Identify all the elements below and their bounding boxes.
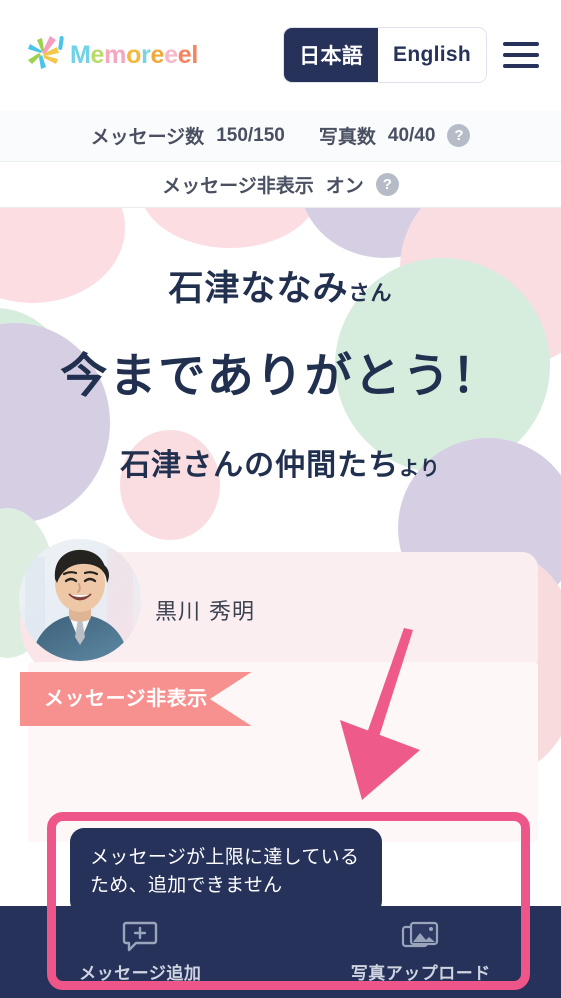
message-author-name: 黒川 秀明 [155, 600, 255, 625]
hide-message-bar: メッセージ非表示 オン ? [0, 162, 561, 208]
app-header: Memoreeel 日本語 English [0, 0, 561, 110]
upload-photo-label: 写真アップロード [350, 964, 491, 984]
app-root: 石津ななみさん 今までありがとう！ 石津さんの仲間たちより 黒川 秀明 メッセー… [0, 0, 561, 998]
add-message-button[interactable]: メッセージ追加 [0, 906, 281, 998]
main-message: 今までありがとう！ [60, 349, 501, 404]
avatar[interactable] [19, 539, 141, 661]
hide-message-state: オン [325, 176, 364, 197]
recipient-honorific: さん [348, 281, 393, 305]
sender-name: 石津さんの仲間たち [120, 448, 400, 483]
hero-title-block: 石津ななみさん 今までありがとう！ 石津さんの仲間たちより [0, 208, 561, 484]
hamburger-menu-icon[interactable] [503, 42, 539, 68]
sender-suffix: より [399, 456, 441, 480]
counts-bar: メッセージ数 150/150 写真数 40/40 ? [0, 110, 561, 162]
confetti-burst-icon [22, 34, 64, 76]
message-count-value: 150/150 [216, 124, 285, 146]
limit-reached-tooltip: メッセージが上限に達しているため、追加できません [70, 828, 382, 916]
lang-option-english[interactable]: English [378, 28, 486, 82]
bottom-navigation-bar: メッセージ追加 写真アップロード [0, 906, 561, 998]
photo-count-value: 40/40 [387, 124, 436, 146]
language-toggle[interactable]: 日本語 English [283, 27, 487, 83]
message-count-label: メッセージ数 [90, 127, 205, 148]
header-controls: 日本語 English [283, 27, 539, 83]
recipient-name-line: 石津ななみさん [0, 260, 561, 311]
hamburger-line-3 [503, 64, 539, 68]
pink-down-arrow-icon [320, 628, 440, 808]
message-plus-icon [123, 921, 158, 952]
brand-name: Memoreeel [70, 40, 198, 69]
photo-stack-icon [401, 921, 438, 948]
photo-count-label: 写真数 [318, 127, 376, 148]
add-message-label: メッセージ追加 [79, 964, 202, 984]
upload-photo-button[interactable]: 写真アップロード [281, 906, 561, 998]
hamburger-line-1 [503, 42, 539, 46]
counts-help-icon[interactable]: ? [447, 124, 471, 147]
hide-message-label: メッセージ非表示 [162, 176, 314, 197]
recipient-name: 石津ななみ [168, 269, 349, 309]
brand-logo[interactable]: Memoreeel [22, 34, 198, 76]
hide-message-help-icon[interactable]: ? [375, 173, 399, 196]
hamburger-line-2 [503, 53, 539, 57]
user-portrait-photo [19, 539, 141, 661]
sender-line: 石津さんの仲間たちより [0, 440, 561, 484]
lang-option-japanese[interactable]: 日本語 [284, 28, 379, 82]
